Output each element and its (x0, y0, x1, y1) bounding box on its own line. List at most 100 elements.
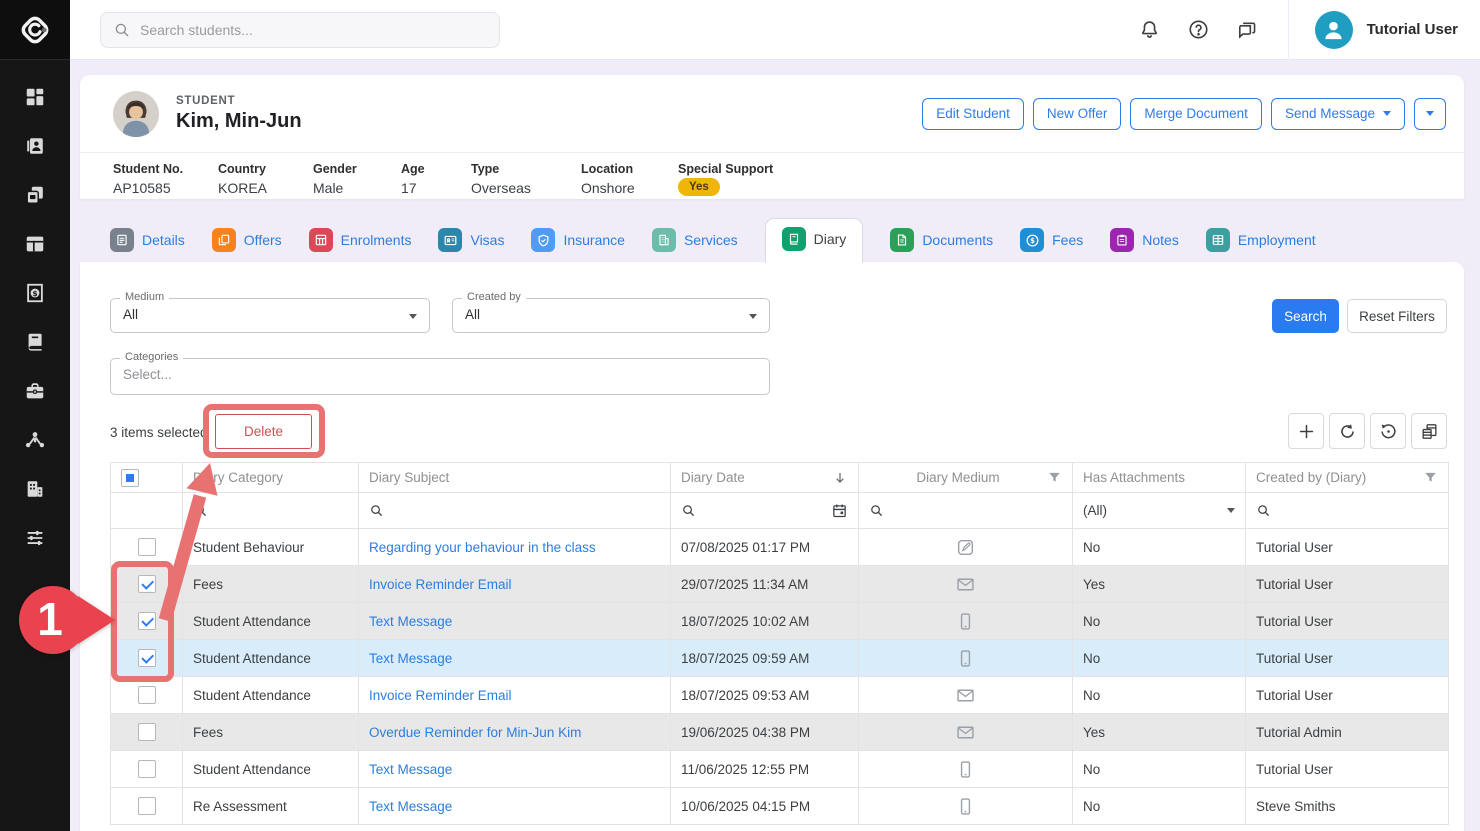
medium-filter-select[interactable]: Medium All (110, 298, 430, 333)
row-checkbox[interactable] (138, 760, 156, 778)
column-header-diary-subject[interactable]: Diary Subject (359, 463, 671, 493)
messages-icon[interactable] (1235, 18, 1258, 41)
medium-filter-cell[interactable] (859, 493, 1073, 529)
subject-filter-cell[interactable] (359, 493, 671, 529)
student-number: AP10585 (113, 180, 218, 196)
table-row[interactable]: Student AttendanceText Message18/07/2025… (111, 640, 1449, 677)
sidebar-item-settings[interactable] (0, 513, 70, 562)
row-checkbox[interactable] (138, 612, 156, 630)
app-logo-icon[interactable] (0, 0, 70, 60)
chevron-down-icon (749, 314, 757, 319)
column-header-has-attachments[interactable]: Has Attachments (1073, 463, 1246, 493)
search-input[interactable] (140, 22, 470, 38)
student-search-box[interactable] (100, 12, 500, 48)
campus-icon (24, 478, 46, 500)
merge-document-button[interactable]: Merge Document (1130, 98, 1262, 130)
tab-visas[interactable]: Visas (438, 228, 504, 262)
tab-details[interactable]: Details (110, 228, 185, 262)
diary-subject-link[interactable]: Invoice Reminder Email (369, 688, 512, 703)
row-checkbox[interactable] (138, 538, 156, 556)
sidebar-item-campus[interactable] (0, 464, 70, 513)
tab-insurance[interactable]: Insurance (531, 228, 624, 262)
created-by-filter-cell[interactable] (1246, 493, 1449, 529)
selection-status: 3 items selected (110, 425, 208, 440)
table-row[interactable]: Student BehaviourRegarding your behaviou… (111, 529, 1449, 566)
more-actions-dropdown-button[interactable] (1414, 98, 1446, 130)
help-icon[interactable] (1187, 18, 1210, 41)
column-header-diary-medium[interactable]: Diary Medium (859, 463, 1073, 493)
refresh-button[interactable] (1329, 413, 1365, 449)
diary-subject-link[interactable]: Text Message (369, 651, 452, 666)
table-row[interactable]: FeesInvoice Reminder Email29/07/2025 11:… (111, 566, 1449, 603)
edit-student-button[interactable]: Edit Student (922, 98, 1024, 130)
calendar-icon[interactable] (831, 502, 848, 519)
sidebar-item-courses[interactable] (0, 317, 70, 366)
cell-created-by: Tutorial User (1246, 751, 1449, 788)
diary-subject-link[interactable]: Text Message (369, 614, 452, 629)
tab-employment[interactable]: Employment (1206, 228, 1316, 262)
search-icon (681, 503, 696, 518)
row-checkbox[interactable] (138, 575, 156, 593)
date-filter-cell[interactable] (671, 493, 859, 529)
notifications-bell-icon[interactable] (1138, 18, 1161, 41)
sidebar-item-dashboard[interactable] (0, 72, 70, 121)
cell-diary-category: Fees (183, 714, 359, 751)
tab-diary[interactable]: Diary (765, 218, 864, 263)
tab-notes[interactable]: Notes (1110, 228, 1179, 262)
column-header-diary-category[interactable]: Diary Category (183, 463, 359, 493)
diary-subject-link[interactable]: Text Message (369, 799, 452, 814)
column-chooser-button[interactable] (1411, 413, 1447, 449)
select-all-checkbox[interactable] (121, 469, 139, 487)
tab-services[interactable]: Services (652, 228, 738, 262)
tab-enrolments[interactable]: Enrolments (309, 228, 412, 262)
sidebar-item-enrolments[interactable] (0, 219, 70, 268)
diary-subject-link[interactable]: Text Message (369, 762, 452, 777)
sort-descending-icon (832, 470, 848, 486)
sidebar-item-offers[interactable] (0, 170, 70, 219)
history-button[interactable] (1370, 413, 1406, 449)
reset-filters-button[interactable]: Reset Filters (1347, 299, 1447, 333)
cell-created-by: Tutorial User (1246, 603, 1449, 640)
tab-fees[interactable]: $Fees (1020, 228, 1083, 262)
svg-text:$: $ (1030, 237, 1035, 245)
diary-subject-link[interactable]: Regarding your behaviour in the class (369, 540, 596, 555)
table-row[interactable]: Student AttendanceText Message11/06/2025… (111, 751, 1449, 788)
send-message-button[interactable]: Send Message (1271, 98, 1405, 130)
created-by-filter-select[interactable]: Created by All (452, 298, 770, 333)
user-avatar[interactable] (1315, 11, 1353, 49)
column-header-diary-date[interactable]: Diary Date (671, 463, 859, 493)
tab-documents[interactable]: Documents (890, 228, 993, 262)
table-row[interactable]: Fees Overdue Reminder for Min-Jun Kim 19/0… (111, 714, 1449, 751)
phone-medium-icon (955, 611, 976, 632)
delete-button[interactable]: Delete (215, 414, 312, 449)
diary-subject-link[interactable]: Overdue Reminder for Min-Jun Kim (369, 725, 581, 740)
row-checkbox[interactable] (138, 723, 156, 741)
cell-created-by: Steve Smiths (1246, 788, 1449, 825)
sidebar: $ (0, 0, 70, 831)
table-row[interactable]: Re AssessmentText Message10/06/2025 04:1… (111, 788, 1449, 825)
add-row-button[interactable] (1288, 413, 1324, 449)
row-checkbox[interactable] (138, 797, 156, 815)
sidebar-item-fees[interactable]: $ (0, 268, 70, 317)
categories-filter-select[interactable]: Categories Select... (110, 358, 770, 395)
column-header-created-by[interactable]: Created by (Diary) (1246, 463, 1449, 493)
row-checkbox[interactable] (138, 686, 156, 704)
sidebar-item-agents[interactable] (0, 415, 70, 464)
new-offer-button[interactable]: New Offer (1033, 98, 1122, 130)
diary-subject-link[interactable]: Invoice Reminder Email (369, 577, 512, 592)
tab-offers[interactable]: Offers (212, 228, 282, 262)
svg-text:$: $ (32, 288, 37, 297)
email-medium-icon (955, 574, 976, 595)
table-row[interactable]: Student AttendanceInvoice Reminder Email… (111, 677, 1449, 714)
row-checkbox[interactable] (138, 649, 156, 667)
cell-diary-date: 19/06/2025 04:38 PM (671, 714, 859, 751)
sidebar-item-services[interactable] (0, 366, 70, 415)
table-row[interactable]: Student AttendanceText Message18/07/2025… (111, 603, 1449, 640)
search-button[interactable]: Search (1272, 299, 1339, 333)
filter-funnel-icon[interactable] (1047, 470, 1062, 485)
filter-funnel-icon[interactable] (1423, 470, 1438, 485)
attachments-filter-cell[interactable]: (All) (1073, 493, 1246, 529)
category-filter-cell[interactable] (183, 493, 359, 529)
sidebar-item-students[interactable] (0, 121, 70, 170)
courses-icon (24, 331, 46, 353)
